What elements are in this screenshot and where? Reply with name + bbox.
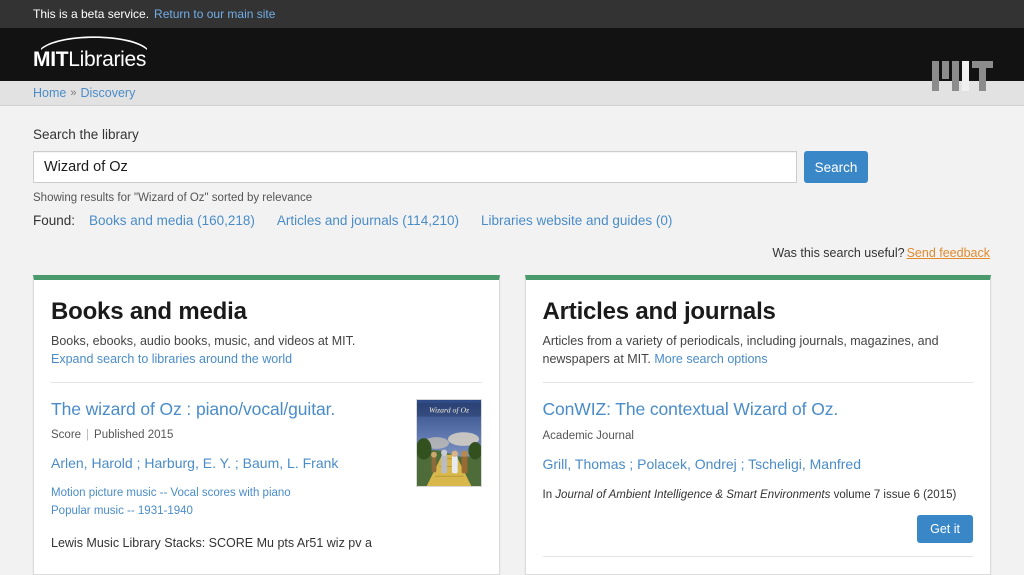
- book-subject-link-2[interactable]: Popular music -- 1931-1940: [51, 503, 402, 521]
- found-label: Found:: [33, 213, 76, 228]
- breadcrumb-discovery-link[interactable]: Discovery: [80, 86, 135, 100]
- mit-logo-icon[interactable]: [932, 61, 996, 91]
- mit-libraries-wordmark: MITLibraries: [33, 48, 146, 72]
- book-result-item: The wizard of Oz : piano/vocal/guitar. S…: [51, 383, 482, 550]
- search-row: Search: [33, 151, 991, 183]
- beta-banner: This is a beta service. Return to our ma…: [0, 0, 1024, 28]
- book-result-call-number: Lewis Music Library Stacks: SCORE Mu pts…: [51, 535, 372, 550]
- mit-bar-t-stem: [979, 68, 986, 91]
- articles-card-title: Articles and journals: [542, 298, 776, 325]
- breadcrumb-separator: »: [70, 87, 77, 99]
- page-content: Search the library Search Showing result…: [0, 106, 1024, 575]
- mit-bar-2: [942, 61, 949, 79]
- book-result-authors[interactable]: Arlen, Harold ; Harburg, E. Y. ; Baum, L…: [51, 441, 402, 472]
- article-result-item: ConWIZ: The contextual Wizard of Oz. Aca…: [542, 383, 974, 558]
- article-result-title-link[interactable]: ConWIZ: The contextual Wizard of Oz.: [543, 399, 974, 420]
- article-result-authors[interactable]: Grill, Thomas ; Polacek, Ondrej ; Tschel…: [543, 442, 974, 473]
- beta-banner-text: This is a beta service.: [33, 7, 150, 21]
- book-meta-separator: |: [86, 428, 90, 441]
- books-and-media-card: Books and media Books, ebooks, audio boo…: [33, 275, 500, 575]
- search-button[interactable]: Search: [804, 151, 868, 183]
- mit-libraries-logo[interactable]: MITLibraries: [33, 33, 163, 77]
- svg-text:Wizard of Oz: Wizard of Oz: [428, 406, 468, 415]
- feedback-row: Was this search useful? Send feedback: [33, 228, 991, 260]
- article-result-main: ConWIZ: The contextual Wizard of Oz. Aca…: [542, 399, 974, 558]
- found-row: Found: Books and media (160,218) Article…: [33, 204, 991, 228]
- logo-mit-text: MIT: [33, 48, 69, 71]
- books-card-description: Books, ebooks, audio books, music, and v…: [51, 332, 482, 368]
- return-to-main-site-link[interactable]: Return to our main site: [154, 7, 275, 21]
- article-result-divider: [542, 556, 973, 558]
- logo-libraries-text: Libraries: [68, 48, 147, 71]
- found-link-articles-and-journals[interactable]: Articles and journals (114,210): [277, 213, 459, 228]
- articles-card-description: Articles from a variety of periodicals, …: [543, 332, 974, 368]
- site-masthead: MITLibraries: [0, 28, 1024, 91]
- book-result-title-link[interactable]: The wizard of Oz : piano/vocal/guitar.: [51, 399, 402, 420]
- search-label: Search the library: [33, 127, 139, 142]
- mit-bar-t-group: [972, 61, 993, 91]
- article-source-prefix: In: [542, 489, 553, 502]
- article-getit-row: Get it: [543, 503, 973, 544]
- book-subject-link-1[interactable]: Motion picture music -- Vocal scores wit…: [51, 485, 402, 503]
- found-link-books-and-media[interactable]: Books and media (160,218): [89, 213, 255, 228]
- found-link-libraries-website-and-guides[interactable]: Libraries website and guides (0): [481, 213, 672, 228]
- get-it-button[interactable]: Get it: [917, 515, 973, 544]
- books-card-description-text: Books, ebooks, audio books, music, and v…: [51, 333, 356, 348]
- mit-bar-t-top: [972, 61, 993, 68]
- breadcrumb-home-link[interactable]: Home: [33, 86, 66, 100]
- article-source-journal: Journal of Ambient Intelligence & Smart …: [555, 489, 831, 502]
- showing-results-text: Showing results for "Wizard of Oz" sorte…: [33, 192, 313, 204]
- search-input[interactable]: [33, 151, 797, 183]
- book-result-subjects: Motion picture music -- Vocal scores wit…: [51, 472, 402, 521]
- mit-bar-3: [952, 61, 959, 91]
- article-source-detail: volume 7 issue 6 (2015): [833, 489, 957, 502]
- feedback-question: Was this search useful?: [772, 246, 905, 260]
- article-result-source: In Journal of Ambient Intelligence & Sma…: [543, 473, 974, 503]
- mit-bar-4: [962, 61, 969, 91]
- book-result-format: Score: [51, 428, 82, 441]
- book-cover-thumbnail[interactable]: Wizard of Oz: [415, 398, 482, 487]
- books-card-title: Books and media: [51, 298, 247, 325]
- results-cards: Books and media Books, ebooks, audio boo…: [33, 260, 991, 575]
- send-feedback-link[interactable]: Send feedback: [907, 246, 990, 260]
- book-result-published: Published 2015: [94, 428, 174, 441]
- more-search-options-link[interactable]: More search options: [654, 352, 767, 366]
- book-result-meta: Score | Published 2015: [51, 420, 402, 441]
- breadcrumb: Home » Discovery: [0, 81, 1024, 106]
- expand-search-worldwide-link[interactable]: Expand search to libraries around the wo…: [51, 352, 292, 366]
- book-result-main: The wizard of Oz : piano/vocal/guitar. S…: [51, 399, 402, 550]
- mit-bar-1: [932, 61, 939, 91]
- articles-and-journals-card: Articles and journals Articles from a va…: [524, 275, 991, 575]
- article-result-type: Academic Journal: [542, 429, 634, 442]
